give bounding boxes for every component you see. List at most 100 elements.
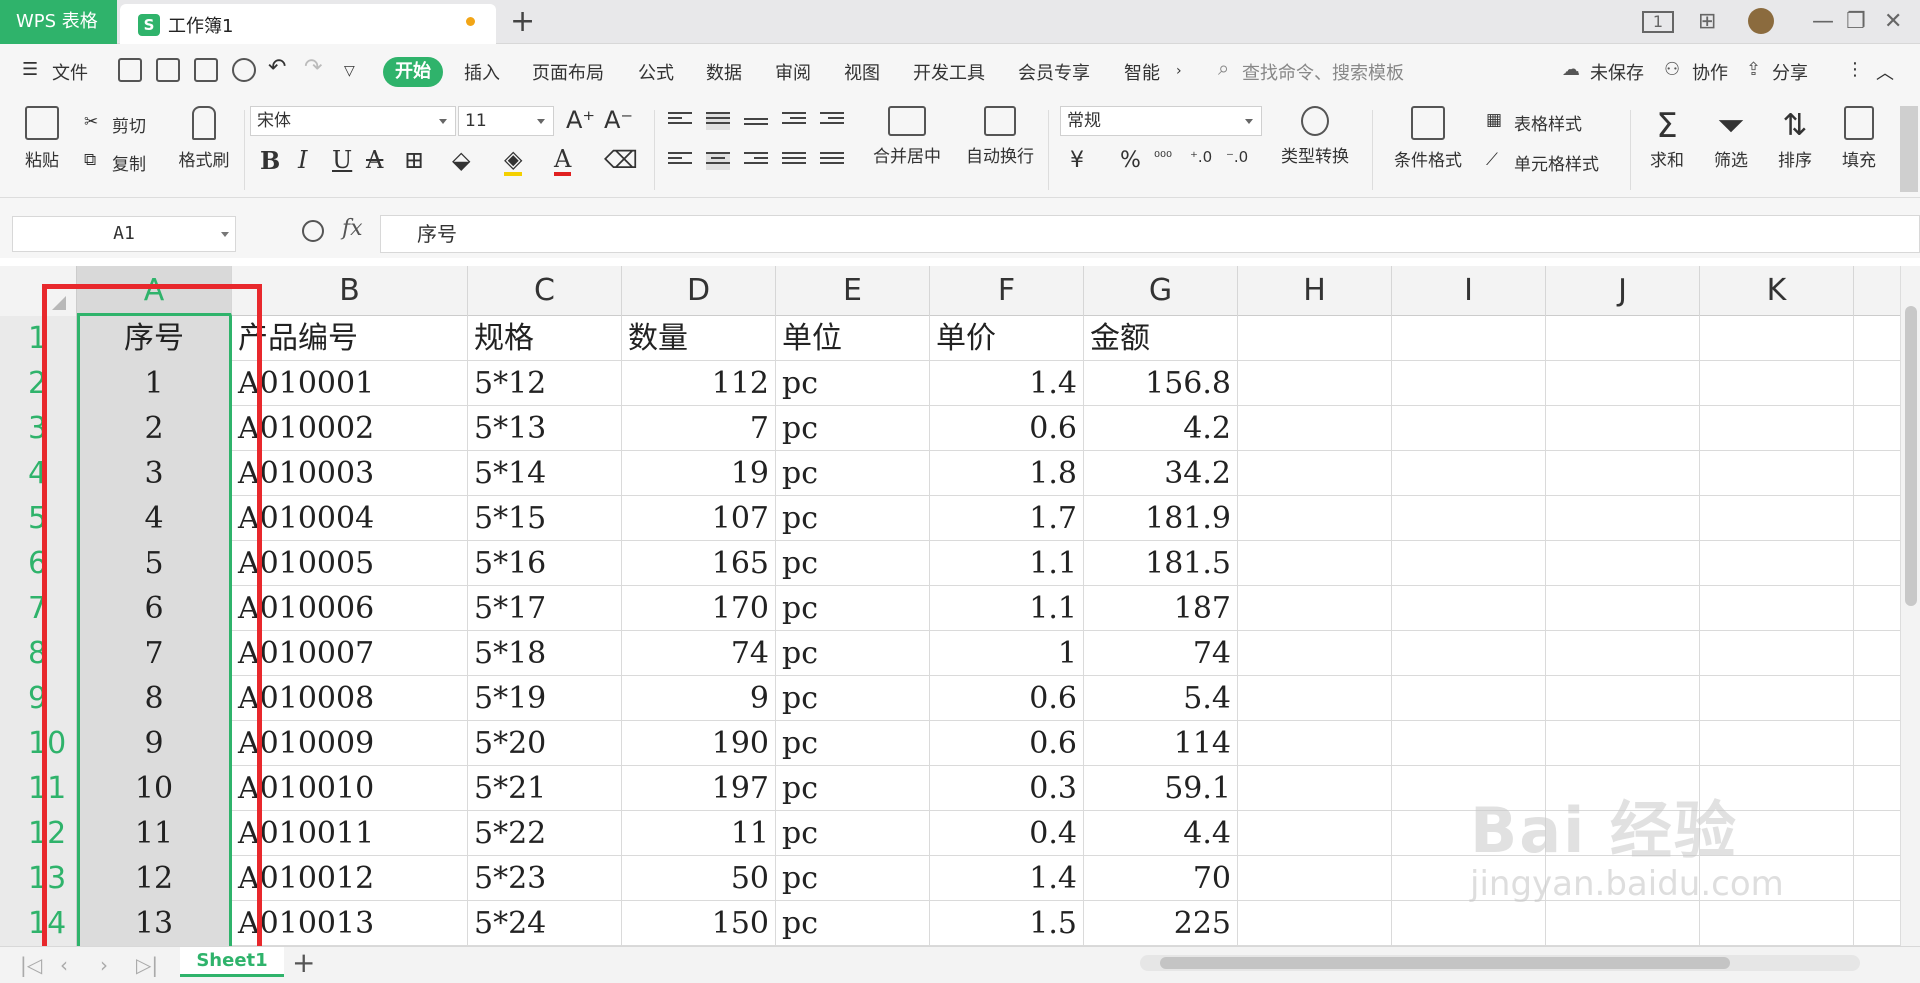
minimize-icon[interactable]: — [1812, 10, 1834, 34]
cell-c7[interactable]: 5*17 [468, 586, 622, 631]
cell-f11[interactable]: 0.3 [930, 766, 1084, 811]
font-name-select[interactable]: 宋体 [250, 106, 456, 136]
cell-e3[interactable]: pc [776, 406, 930, 451]
cell-b11[interactable]: A010010 [232, 766, 468, 811]
export-icon[interactable] [156, 58, 180, 82]
cell-g12[interactable]: 4.4 [1084, 811, 1238, 856]
number-format-select[interactable]: 常规 [1060, 106, 1262, 136]
cell-d12[interactable]: 11 [622, 811, 776, 856]
cell-d8[interactable]: 74 [622, 631, 776, 676]
cell-a14[interactable]: 13 [77, 901, 232, 946]
cell-d9[interactable]: 9 [622, 676, 776, 721]
cell-i6[interactable] [1392, 541, 1546, 586]
add-tab-button[interactable]: + [510, 4, 535, 40]
row-header[interactable]: 7 [0, 586, 77, 631]
row-header[interactable]: 1 [0, 316, 77, 361]
cell-h5[interactable] [1238, 496, 1392, 541]
cell-e10[interactable]: pc [776, 721, 930, 766]
fx-icon[interactable]: fx [342, 216, 363, 241]
row-header[interactable]: 12 [0, 811, 77, 856]
merge-center-button[interactable]: 合并居中 [862, 106, 952, 167]
cell-h11[interactable] [1238, 766, 1392, 811]
cell-i7[interactable] [1392, 586, 1546, 631]
save-icon[interactable] [118, 58, 142, 82]
column-header-j[interactable]: J [1546, 266, 1700, 316]
cell-f10[interactable]: 0.6 [930, 721, 1084, 766]
unsaved-status[interactable]: 未保存 [1590, 59, 1644, 85]
cell-g7[interactable]: 187 [1084, 586, 1238, 631]
cell-e2[interactable]: pc [776, 361, 930, 406]
cell-g1[interactable]: 金额 [1084, 316, 1238, 361]
cell-a13[interactable]: 12 [77, 856, 232, 901]
align-top-icon[interactable] [668, 112, 692, 130]
cell-f6[interactable]: 1.1 [930, 541, 1084, 586]
menu-developer[interactable]: 开发工具 [913, 59, 985, 85]
copy-button[interactable]: 复制 [112, 150, 146, 175]
format-painter-button[interactable]: 格式刷 [172, 106, 236, 171]
menu-smart[interactable]: 智能 [1124, 59, 1160, 85]
cell-c12[interactable]: 5*22 [468, 811, 622, 856]
cell-f2[interactable]: 1.4 [930, 361, 1084, 406]
table-style-button[interactable]: 表格样式 [1514, 110, 1582, 135]
bold-icon[interactable]: B [260, 146, 280, 175]
sort-button[interactable]: ⇅ 排序 [1768, 106, 1822, 171]
row-header[interactable]: 9 [0, 676, 77, 721]
cell-h7[interactable] [1238, 586, 1392, 631]
cell-i14[interactable] [1392, 901, 1546, 946]
menu-formula[interactable]: 公式 [638, 59, 674, 85]
cell-d4[interactable]: 19 [622, 451, 776, 496]
zoom-icon[interactable] [302, 220, 324, 242]
cell-k14[interactable] [1700, 901, 1854, 946]
cell-f8[interactable]: 1 [930, 631, 1084, 676]
cell-c10[interactable]: 5*20 [468, 721, 622, 766]
restore-icon[interactable]: ❐ [1846, 10, 1866, 34]
column-header-a[interactable]: A [77, 266, 232, 316]
hamburger-icon[interactable]: ☰ [22, 59, 38, 80]
cell-b2[interactable]: A010001 [232, 361, 468, 406]
cell-k5[interactable] [1700, 496, 1854, 541]
row-header[interactable]: 8 [0, 631, 77, 676]
fill-effect-icon[interactable]: ⬙ [452, 146, 470, 174]
border-icon[interactable]: ⊞ [404, 146, 424, 174]
cell-g10[interactable]: 114 [1084, 721, 1238, 766]
cell-a11[interactable]: 10 [77, 766, 232, 811]
cell-c9[interactable]: 5*19 [468, 676, 622, 721]
cell-h1[interactable] [1238, 316, 1392, 361]
cell-c6[interactable]: 5*16 [468, 541, 622, 586]
sum-button[interactable]: Σ 求和 [1640, 106, 1694, 171]
column-header-d[interactable]: D [622, 266, 776, 316]
cell-j9[interactable] [1546, 676, 1700, 721]
cell-a12[interactable]: 11 [77, 811, 232, 856]
cell-j8[interactable] [1546, 631, 1700, 676]
row-header[interactable]: 13 [0, 856, 77, 901]
cell-g2[interactable]: 156.8 [1084, 361, 1238, 406]
cell-e4[interactable]: pc [776, 451, 930, 496]
menu-more-icon[interactable]: › [1176, 63, 1182, 79]
cell-a1[interactable]: 序号 [77, 316, 232, 361]
cell-k4[interactable] [1700, 451, 1854, 496]
cell-c3[interactable]: 5*13 [468, 406, 622, 451]
cell-g8[interactable]: 74 [1084, 631, 1238, 676]
collapse-ribbon-icon[interactable]: ︿ [1876, 59, 1894, 85]
cell-j14[interactable] [1546, 901, 1700, 946]
ribbon-scroll-right-button[interactable] [1900, 106, 1918, 192]
conditional-format-button[interactable]: 条件格式 [1384, 106, 1472, 171]
cell-k12[interactable] [1700, 811, 1854, 856]
align-right-icon[interactable] [744, 152, 768, 170]
cell-i3[interactable] [1392, 406, 1546, 451]
column-header-k[interactable]: K [1700, 266, 1854, 316]
column-header-f[interactable]: F [930, 266, 1084, 316]
cell-f9[interactable]: 0.6 [930, 676, 1084, 721]
cell-c8[interactable]: 5*18 [468, 631, 622, 676]
menu-data[interactable]: 数据 [706, 59, 742, 85]
cell-h3[interactable] [1238, 406, 1392, 451]
decrease-font-icon[interactable]: A⁻ [604, 106, 633, 134]
cell-j10[interactable] [1546, 721, 1700, 766]
first-sheet-icon[interactable]: |◁ [20, 953, 42, 977]
cell-e12[interactable]: pc [776, 811, 930, 856]
prev-sheet-icon[interactable]: ‹ [60, 953, 68, 977]
cell-k7[interactable] [1700, 586, 1854, 631]
row-header[interactable]: 6 [0, 541, 77, 586]
add-sheet-button[interactable]: + [292, 947, 315, 979]
cell-j3[interactable] [1546, 406, 1700, 451]
